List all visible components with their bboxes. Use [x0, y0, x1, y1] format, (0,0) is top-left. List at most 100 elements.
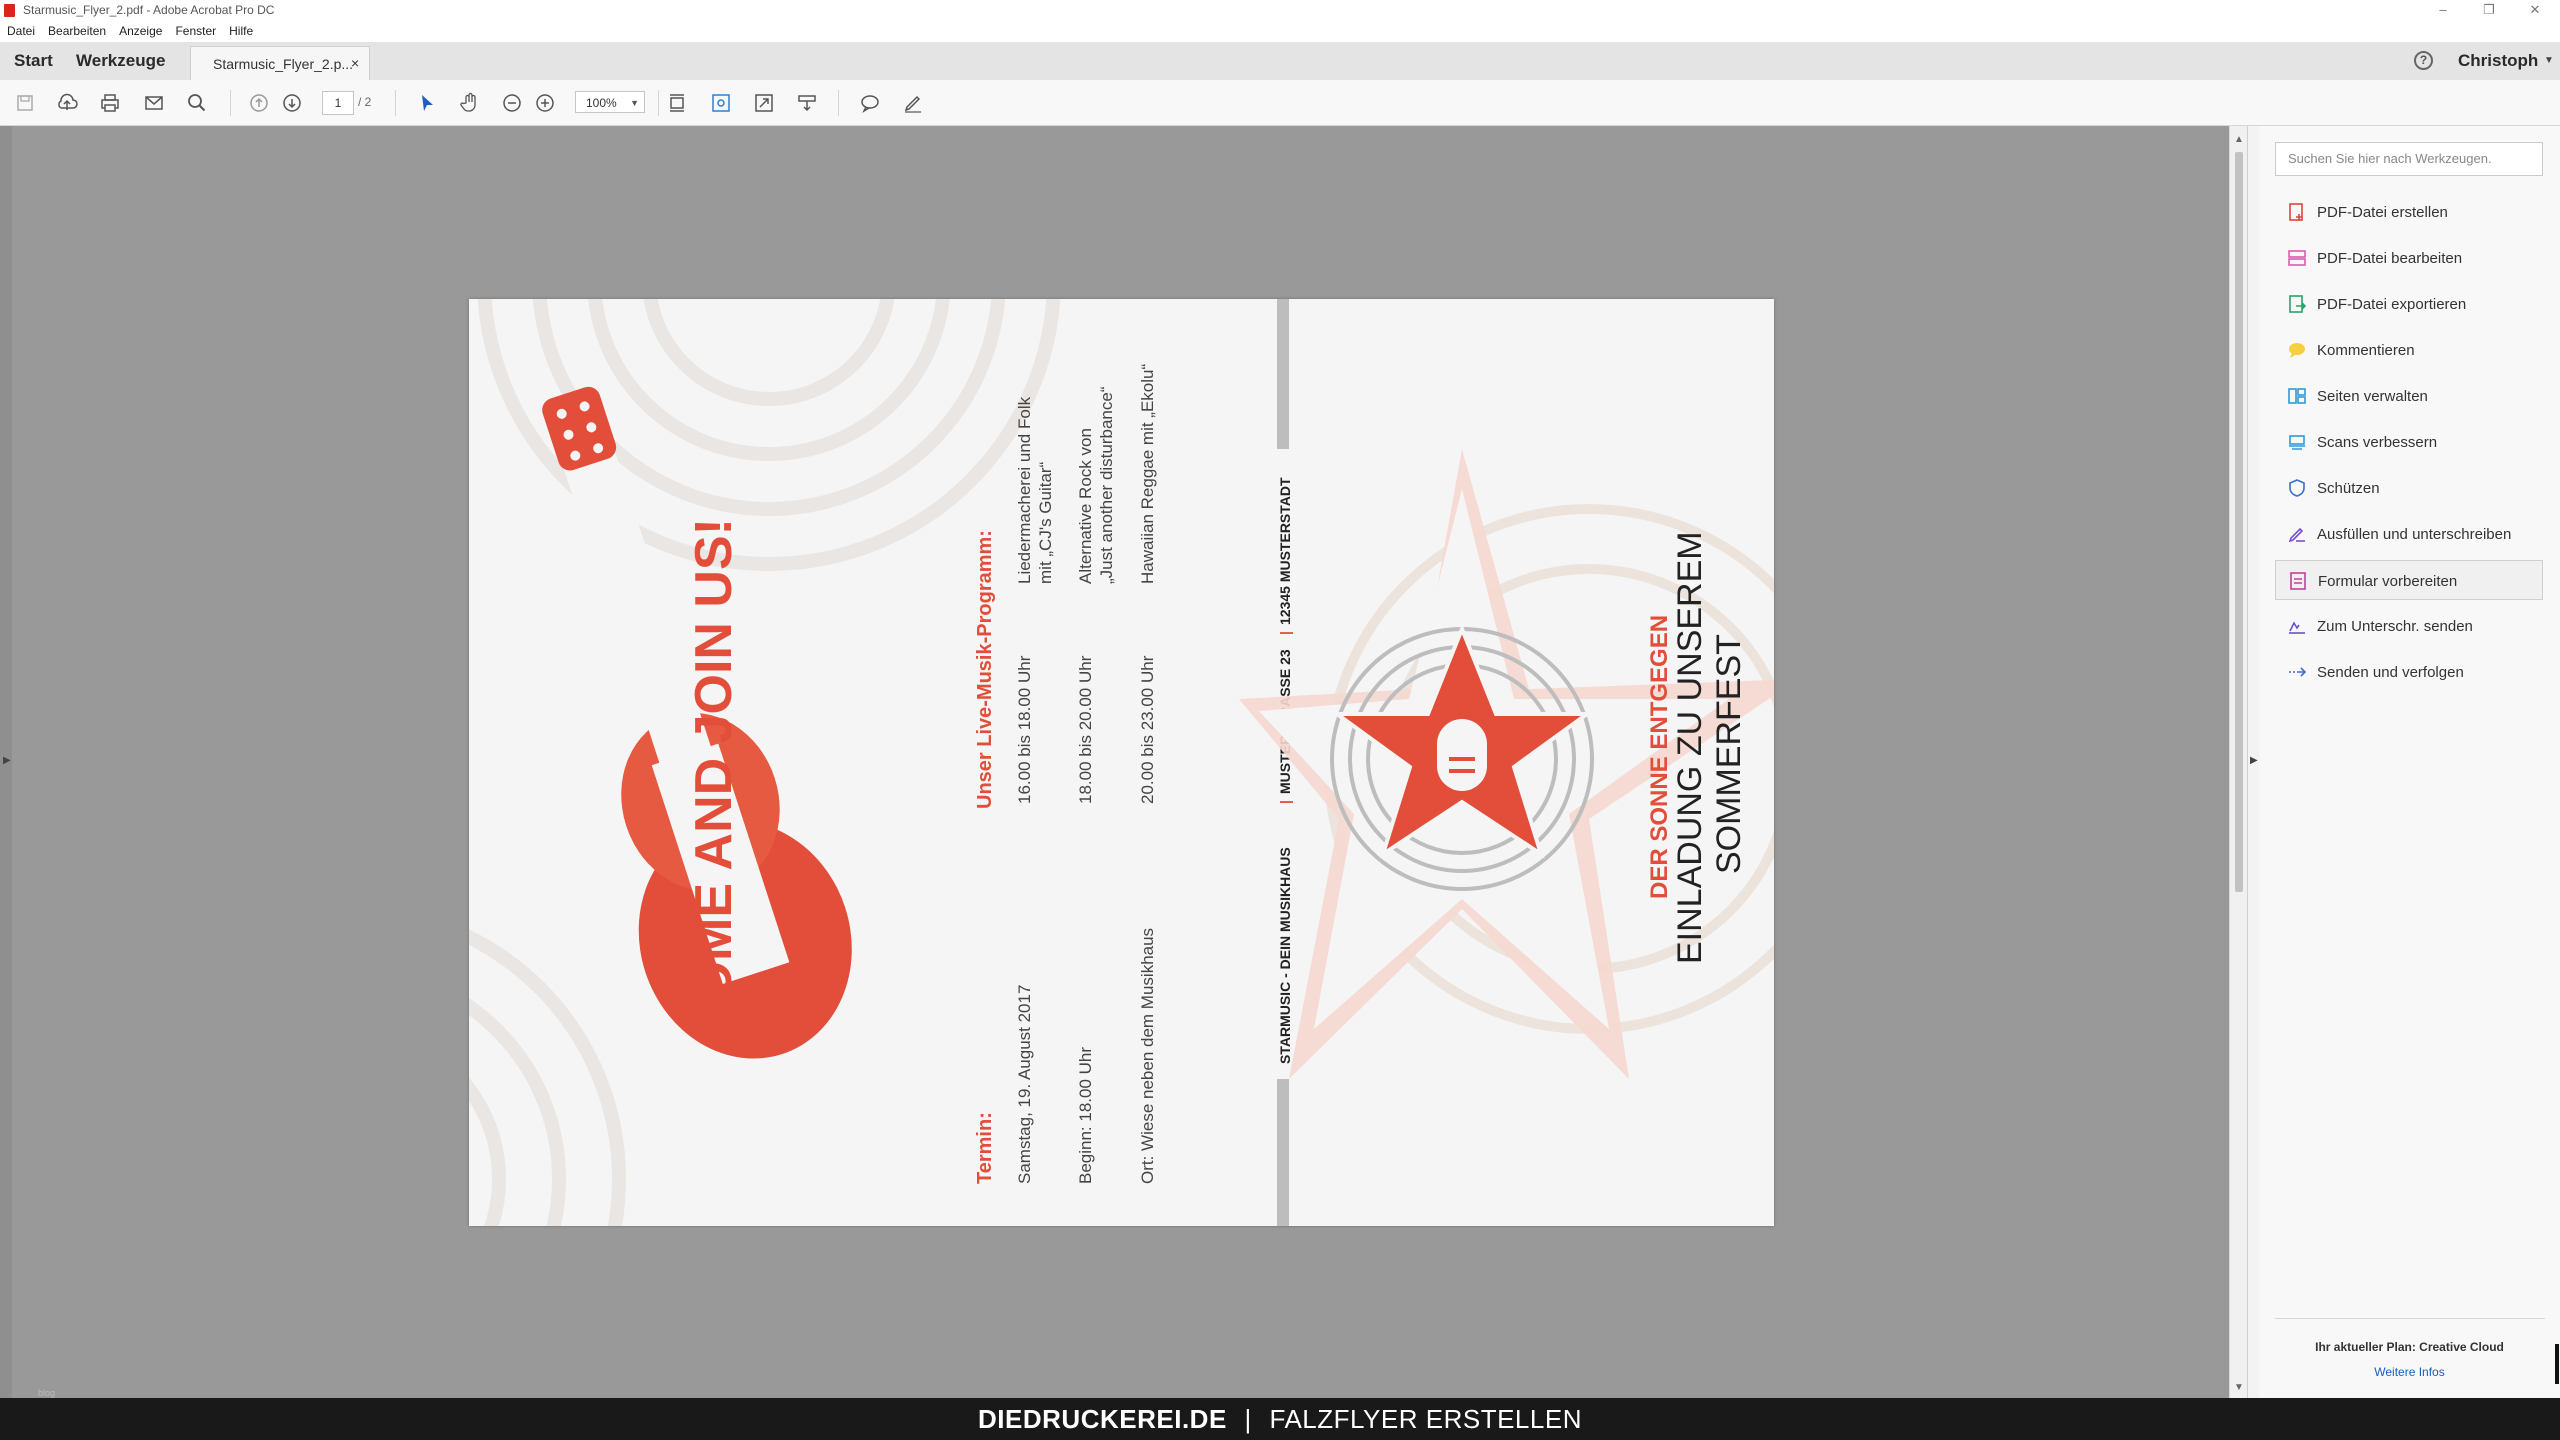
user-menu[interactable]: Christoph: [2458, 51, 2538, 71]
tool-label: Schützen: [2317, 480, 2380, 497]
tool-create-pdf[interactable]: PDF-Datei erstellen: [2275, 192, 2543, 232]
status-tiny-text: blog: [38, 1388, 56, 1398]
print-icon[interactable]: [98, 91, 122, 115]
comment-tool-icon: [2289, 343, 2305, 358]
scroll-up-icon[interactable]: ▲: [2234, 134, 2244, 145]
termin-heading: Termin:: [974, 1112, 996, 1184]
save-icon[interactable]: [13, 91, 37, 115]
zoom-out-icon[interactable]: [500, 91, 524, 115]
tab-start[interactable]: Start: [14, 42, 53, 80]
menu-hilfe[interactable]: Hilfe: [222, 22, 259, 38]
send-signature-icon: [2289, 621, 2305, 634]
program-line-3a: Hawaiian Reggae mit „Ekolu“: [1138, 364, 1157, 584]
window-title: Starmusic_Flyer_2.pdf - Adobe Acrobat Pr…: [23, 3, 275, 17]
comment-icon[interactable]: [858, 91, 882, 115]
page-down-icon[interactable]: [280, 91, 304, 115]
vertical-scrollbar[interactable]: ▲ ▼: [2229, 126, 2248, 1398]
tool-label: PDF-Datei bearbeiten: [2317, 250, 2463, 267]
tool-protect[interactable]: Schützen: [2275, 468, 2543, 508]
tool-fill-sign[interactable]: Ausfüllen und unterschreiben: [2275, 514, 2543, 554]
fit-page-icon[interactable]: [665, 91, 689, 115]
flyer-artwork: COME AND JOIN US! Unser Live-Musik-Progr…: [469, 299, 1774, 1226]
document-tab-label: Starmusic_Flyer_2.p...: [213, 56, 354, 72]
tool-edit-pdf[interactable]: PDF-Datei bearbeiten: [2275, 238, 2543, 278]
enhance-scans-icon: [2289, 435, 2305, 450]
program-time-2: 18.00 bis 20.00 Uhr: [1076, 655, 1095, 804]
program-line-1a: Liedermacherei und Folk: [1015, 396, 1034, 584]
help-icon[interactable]: ?: [2414, 51, 2433, 70]
menu-bar: Datei Bearbeiten Anzeige Fenster Hilfe: [0, 22, 2560, 42]
menu-anzeige[interactable]: Anzeige: [112, 22, 168, 38]
page-up-icon[interactable]: [247, 91, 271, 115]
scroll-mode-icon[interactable]: [795, 91, 819, 115]
tool-organize-pages[interactable]: Seiten verwalten: [2275, 376, 2543, 416]
tab-bar: Start Werkzeuge Starmusic_Flyer_2.p... ×…: [0, 42, 2560, 81]
cover-line-3: SOMMERFEST: [1710, 634, 1748, 874]
search-icon[interactable]: [185, 91, 209, 115]
hand-icon[interactable]: [458, 91, 482, 115]
termin-location: Ort: Wiese neben dem Musikhaus: [1138, 928, 1157, 1184]
menu-bearbeiten[interactable]: Bearbeiten: [41, 22, 112, 38]
page-total: / 2: [358, 95, 372, 109]
banner-tagline: FALZFLYER ERSTELLEN: [1269, 1404, 1582, 1434]
create-pdf-icon: [2289, 203, 2303, 221]
banner-separator: |: [1244, 1404, 1252, 1434]
tool-label: Kommentieren: [2317, 342, 2415, 359]
tool-label: Seiten verwalten: [2317, 388, 2428, 405]
program-heading: Unser Live-Musik-Programm:: [974, 530, 996, 809]
protect-icon: [2289, 479, 2305, 497]
page-number-input[interactable]: 1: [322, 91, 354, 115]
plan-more-info-link[interactable]: Weitere Infos: [2259, 1365, 2560, 1379]
select-cursor-icon[interactable]: [415, 91, 439, 115]
tool-label: Formular vorbereiten: [2318, 573, 2458, 590]
close-tab-button[interactable]: ×: [351, 55, 359, 71]
scroll-down-icon[interactable]: ▼: [2234, 1382, 2244, 1393]
expand-left-pane-icon[interactable]: ▶: [3, 755, 11, 766]
prepare-form-icon: [2290, 572, 2306, 590]
tool-export-pdf[interactable]: PDF-Datei exportieren: [2275, 284, 2543, 324]
chevron-down-icon: ▼: [630, 98, 639, 108]
menu-fenster[interactable]: Fenster: [168, 22, 222, 38]
plan-text: Ihr aktueller Plan: Creative Cloud: [2315, 1340, 2504, 1354]
tab-werkzeuge[interactable]: Werkzeuge: [76, 42, 165, 80]
sign-icon[interactable]: [901, 91, 925, 115]
tool-comment[interactable]: Kommentieren: [2275, 330, 2543, 370]
program-line-1b: mit „CJ's Guitar“: [1036, 461, 1055, 584]
email-icon[interactable]: [142, 91, 166, 115]
tool-label: Scans verbessern: [2317, 434, 2438, 451]
marquee-zoom-icon[interactable]: [709, 91, 733, 115]
tool-label: PDF-Datei erstellen: [2317, 204, 2448, 221]
bottom-banner: DIEDRUCKEREI.DE | FALZFLYER ERSTELLEN: [0, 1398, 2560, 1440]
zoom-select[interactable]: 100% ▼: [575, 91, 645, 113]
organize-pages-icon: [2288, 388, 2306, 404]
acrobat-app-icon: [4, 4, 15, 17]
termin-date: Samstag, 19. August 2017: [1015, 985, 1034, 1184]
tool-prepare-form[interactable]: Formular vorbereiten: [2275, 560, 2543, 600]
tool-label: PDF-Datei exportieren: [2317, 296, 2467, 313]
program-time-1: 16.00 bis 18.00 Uhr: [1015, 655, 1034, 804]
minimize-button[interactable]: –: [2420, 0, 2466, 22]
banner-brand: DIEDRUCKEREI.DE: [978, 1404, 1227, 1434]
close-window-button[interactable]: ✕: [2512, 0, 2558, 22]
toolbar: 1 / 2 100% ▼: [0, 80, 2560, 126]
fullscreen-icon[interactable]: [752, 91, 776, 115]
cover-line-2: EINLADUNG ZU UNSEREM: [1671, 531, 1709, 964]
termin-begin: Beginn: 18.00 Uhr: [1076, 1047, 1095, 1184]
restore-button[interactable]: ❐: [2466, 0, 2512, 22]
fill-sign-icon: [2288, 527, 2305, 543]
tool-label: Zum Unterschr. senden: [2317, 618, 2473, 635]
address-sep-2: |: [1277, 631, 1293, 635]
pane-edge-marker: [2555, 1344, 2559, 1384]
pdf-page: COME AND JOIN US! Unser Live-Musik-Progr…: [469, 299, 1774, 1226]
tool-send-track[interactable]: Senden und verfolgen: [2275, 652, 2543, 692]
tool-send-for-signature[interactable]: Zum Unterschr. senden: [2275, 606, 2543, 646]
chevron-down-icon[interactable]: ▼: [2544, 55, 2554, 66]
menu-datei[interactable]: Datei: [0, 22, 41, 38]
upload-icon[interactable]: [55, 91, 79, 115]
tool-enhance-scans[interactable]: Scans verbessern: [2275, 422, 2543, 462]
collapse-tools-pane-icon[interactable]: ▶: [2250, 755, 2258, 766]
tool-search-input[interactable]: Suchen Sie hier nach Werkzeugen.: [2275, 142, 2543, 176]
tab-document[interactable]: Starmusic_Flyer_2.p... ×: [190, 46, 370, 81]
zoom-in-icon[interactable]: [533, 91, 557, 115]
scrollbar-thumb[interactable]: [2235, 152, 2243, 892]
